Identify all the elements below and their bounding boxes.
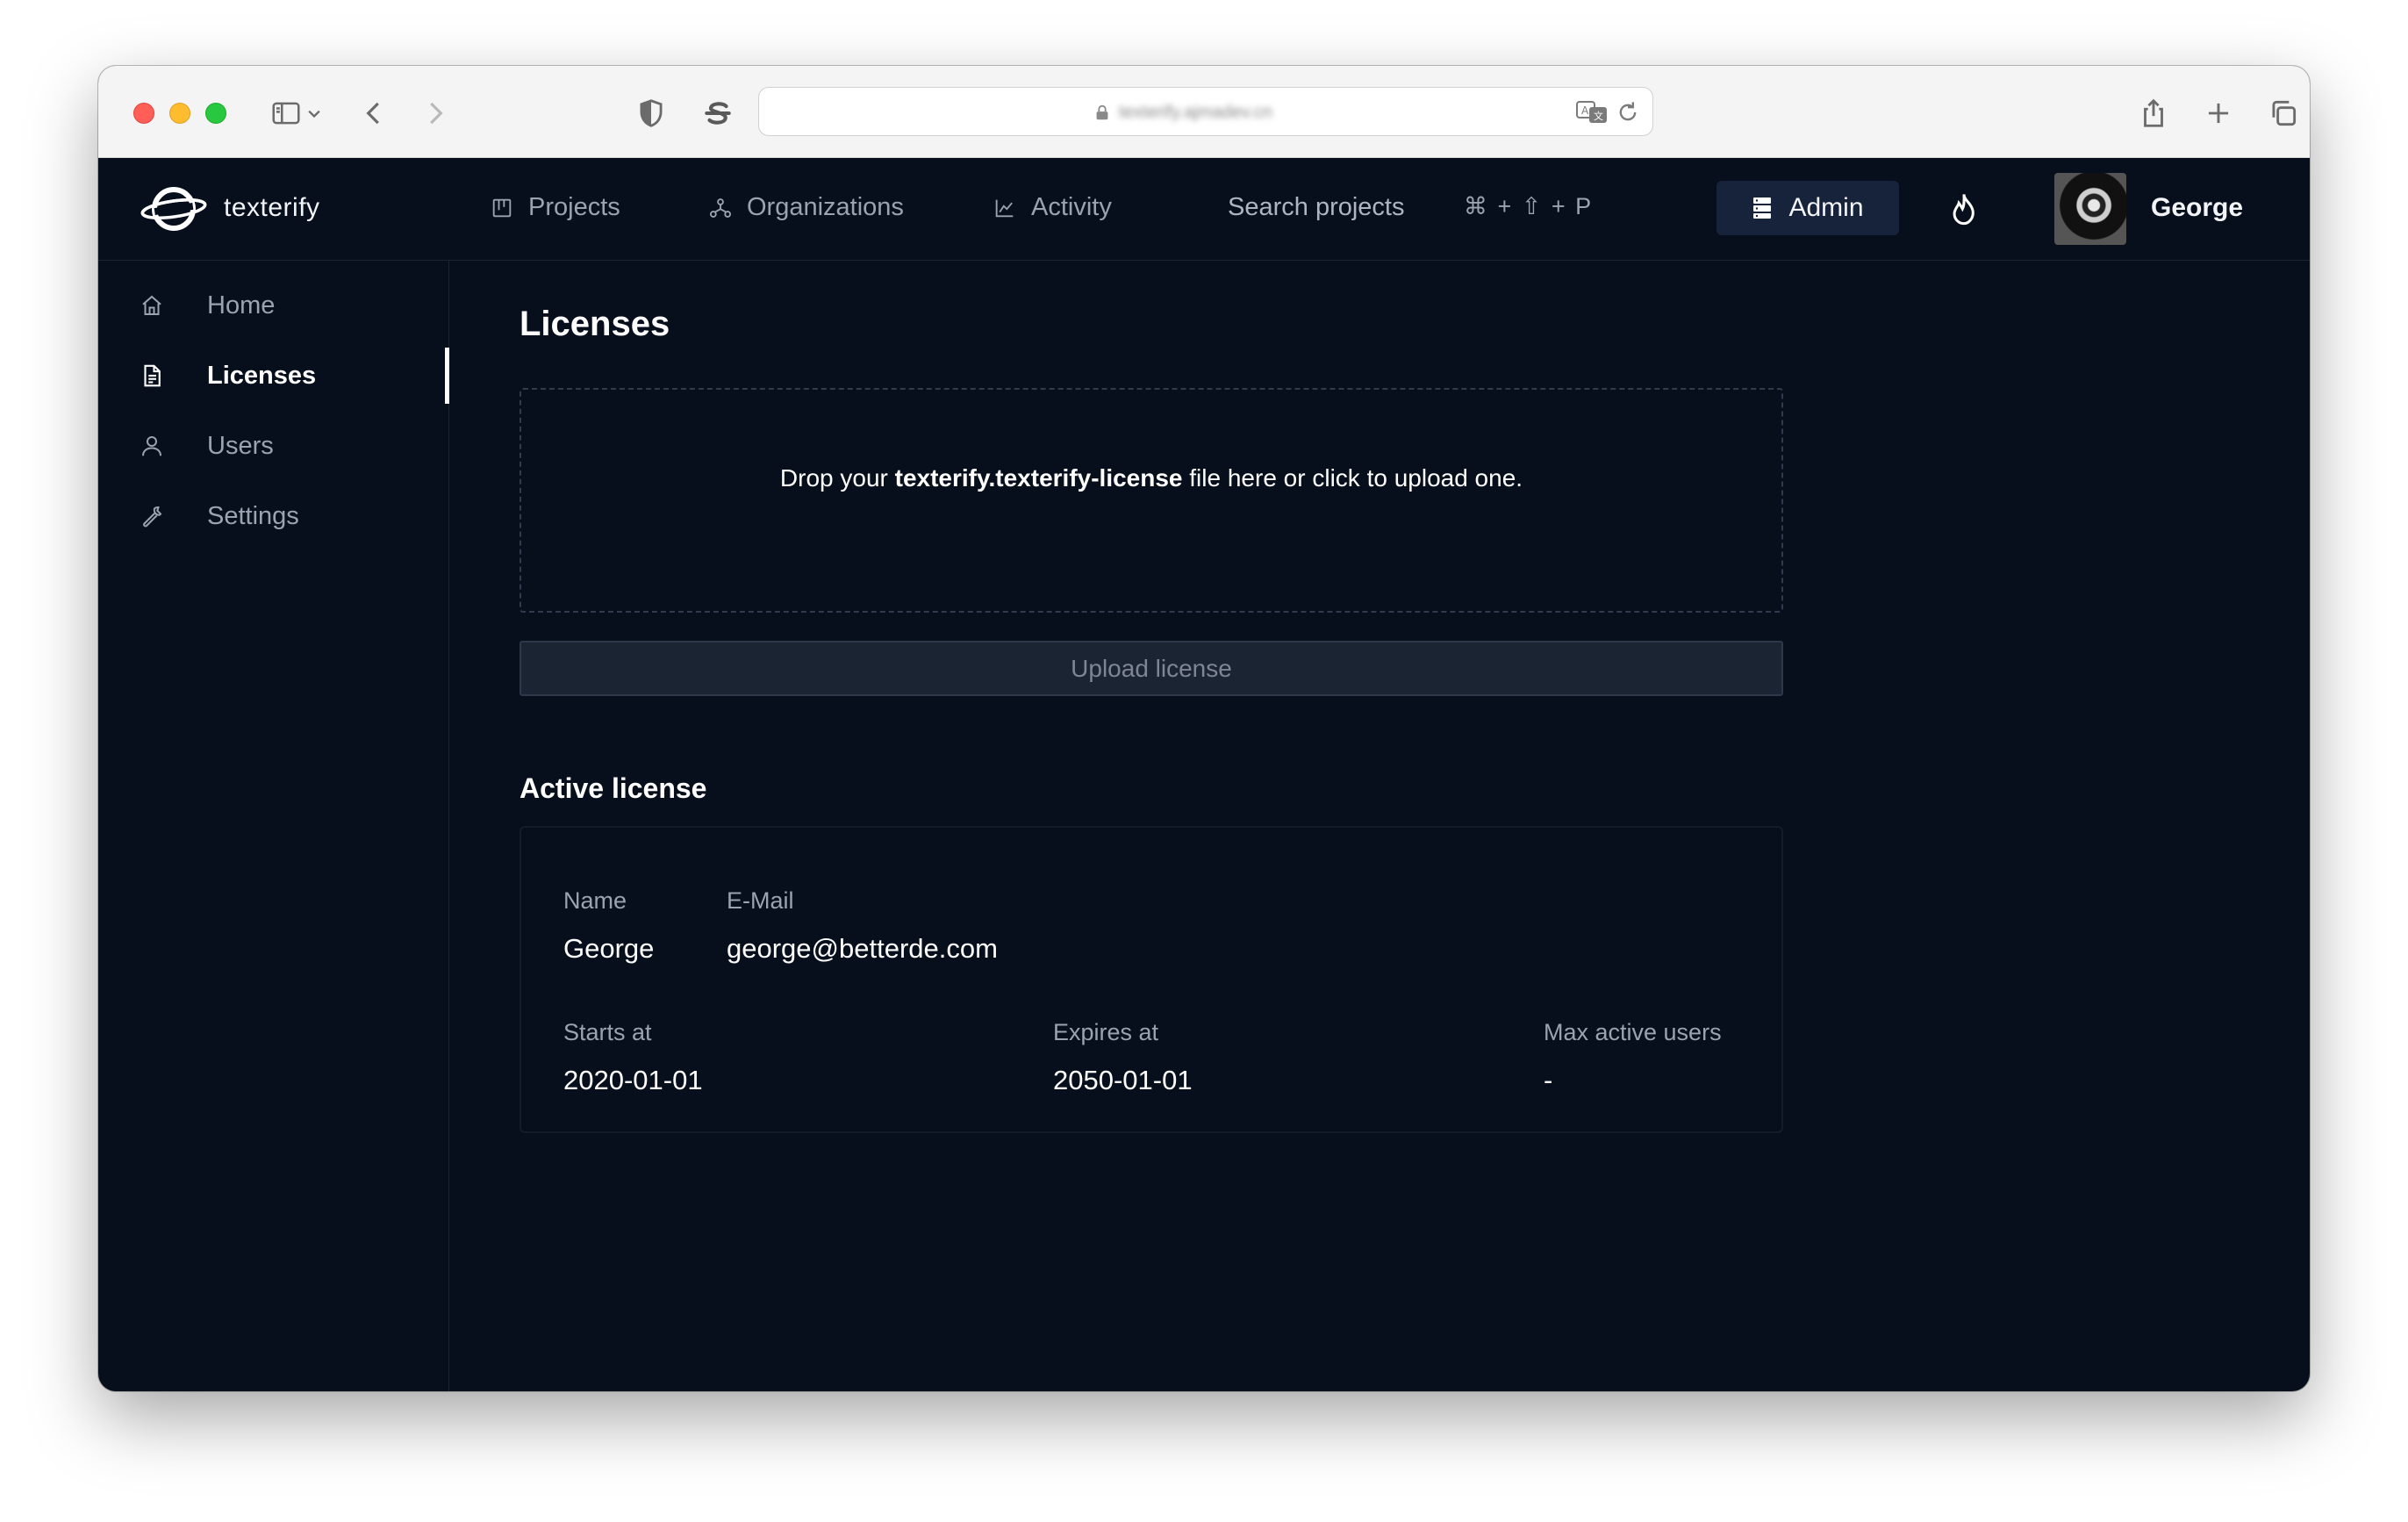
active-license-title: Active license [520,772,707,804]
avatar[interactable] [2054,173,2126,245]
sidebar-item-label: Licenses [207,361,317,390]
nav-activity-label: Activity [1031,193,1112,221]
sidebar-item-label: Settings [207,501,299,530]
sidebar-item-home[interactable]: Home [98,277,449,334]
admin-button[interactable]: Admin [1716,181,1899,235]
reload-icon[interactable] [1616,100,1640,125]
browser-toolbar: texterify.ajmadev.cn A文 [98,66,2310,158]
translate-icon[interactable]: A文 [1575,98,1610,126]
shield-icon[interactable] [630,92,672,134]
search-projects-button[interactable]: Search projects [1228,193,1405,222]
nav-organizations-label: Organizations [747,193,904,221]
nav-activity[interactable]: Activity [993,193,1112,222]
projects-icon [492,198,512,217]
sidebar-item-users[interactable]: Users [98,418,449,474]
dropzone-text: Drop your texterify.texterify-license fi… [780,464,1523,492]
maximize-window-button[interactable] [205,103,226,124]
starts-at-label: Starts at [563,1019,652,1045]
app-header: texterify Projects Organizations Activit… [98,158,2310,261]
email-value: george@betterde.com [727,933,998,964]
user-icon [142,436,161,456]
close-window-button[interactable] [133,103,154,124]
active-license-card: Name E-Mail George george@betterde.com S… [520,826,1783,1133]
max-active-users-label: Max active users [1544,1019,1722,1045]
expires-at-label: Expires at [1053,1019,1159,1045]
address-bar[interactable]: texterify.ajmadev.cn A文 [758,87,1653,136]
nav-projects[interactable]: Projects [490,193,620,222]
tab-overview-icon[interactable] [2262,92,2304,134]
chevron-down-icon[interactable] [302,92,326,134]
forward-arrow-icon[interactable] [414,92,456,134]
admin-button-label: Admin [1788,193,1864,222]
new-tab-icon[interactable] [2197,92,2240,134]
sidebar-item-licenses[interactable]: Licenses [98,348,449,404]
sidebar-toggle-icon[interactable] [265,92,307,134]
minimize-window-button[interactable] [169,103,190,124]
dropzone-suffix: file here or click to upload one. [1182,464,1523,492]
share-icon[interactable] [2132,92,2175,134]
flame-icon[interactable] [1946,190,1982,228]
back-arrow-icon[interactable] [353,92,395,134]
license-dropzone[interactable]: Drop your texterify.texterify-license fi… [520,388,1783,613]
max-active-users-value: - [1544,1065,1553,1095]
nav-organizations[interactable]: Organizations [708,193,904,222]
nav-projects-label: Projects [528,193,620,221]
home-icon [142,295,161,315]
browser-window: texterify.ajmadev.cn A文 texterify Projec… [98,66,2310,1391]
starts-at-value: 2020-01-01 [563,1065,703,1095]
upload-license-button[interactable]: Upload license [520,641,1783,696]
dropzone-prefix: Drop your [779,464,895,492]
document-icon [144,364,161,387]
svg-text:文: 文 [1594,110,1603,122]
texterify-logo-icon[interactable] [140,183,207,235]
extension-icon[interactable] [697,92,739,134]
search-shortcut: ⌘ + ⇧ + P [1464,193,1594,219]
lock-icon [1096,104,1108,120]
user-name[interactable]: George [2151,193,2243,223]
expires-at-value: 2050-01-01 [1053,1065,1193,1095]
sidebar-item-label: Home [207,291,276,319]
brand-name[interactable]: texterify [224,193,320,223]
sidebar: Home Licenses Users Settings [98,261,449,1391]
address-text: texterify.ajmadev.cn [1119,103,1272,122]
wrench-icon [143,506,162,528]
activity-icon [995,199,1014,217]
name-label: Name [563,887,627,914]
organizations-icon [709,197,732,218]
server-icon [1753,197,1772,219]
name-value: George [563,933,655,964]
sidebar-item-settings[interactable]: Settings [98,488,449,544]
svg-text:A: A [1581,104,1589,117]
sidebar-item-label: Users [207,431,274,460]
email-label: E-Mail [727,887,794,914]
page-title: Licenses [520,305,670,343]
dropzone-filename: texterify.texterify-license [894,464,1183,492]
